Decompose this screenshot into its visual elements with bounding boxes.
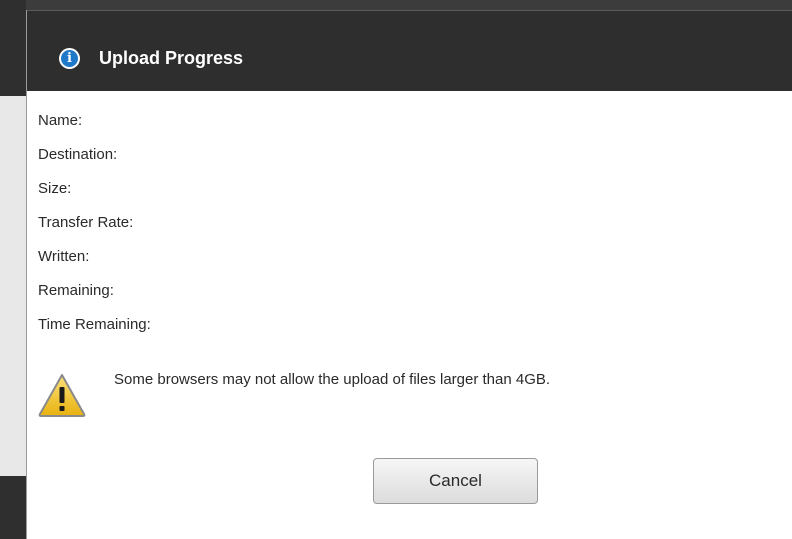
- background-panel: [0, 96, 26, 476]
- field-destination: Destination:: [38, 145, 151, 179]
- field-label: Destination:: [38, 146, 118, 163]
- field-label: Size:: [38, 180, 72, 197]
- upload-details-list: Name: Destination: Size: Transfer Rate: …: [38, 111, 151, 349]
- info-icon: i: [59, 48, 80, 69]
- field-remaining: Remaining:: [38, 281, 151, 315]
- field-size: Size:: [38, 179, 151, 213]
- dialog-titlebar: i Upload Progress: [27, 10, 792, 91]
- upload-progress-dialog: i Upload Progress Name: Destination: Siz…: [26, 10, 792, 539]
- dialog-title: Upload Progress: [99, 48, 244, 68]
- background-app: [0, 0, 26, 539]
- field-transfer-rate: Transfer Rate:: [38, 213, 151, 247]
- cancel-button[interactable]: Cancel: [373, 458, 538, 504]
- warning-message: Some browsers may not allow the upload o…: [114, 371, 551, 388]
- field-label: Transfer Rate:: [38, 214, 134, 231]
- field-label: Written:: [38, 248, 90, 265]
- field-label: Name:: [38, 112, 83, 129]
- field-written: Written:: [38, 247, 151, 281]
- field-name: Name:: [38, 111, 151, 145]
- field-label: Remaining:: [38, 282, 114, 299]
- warning-icon: [38, 374, 86, 417]
- field-label: Time Remaining:: [38, 316, 151, 333]
- field-time-remaining: Time Remaining:: [38, 315, 151, 349]
